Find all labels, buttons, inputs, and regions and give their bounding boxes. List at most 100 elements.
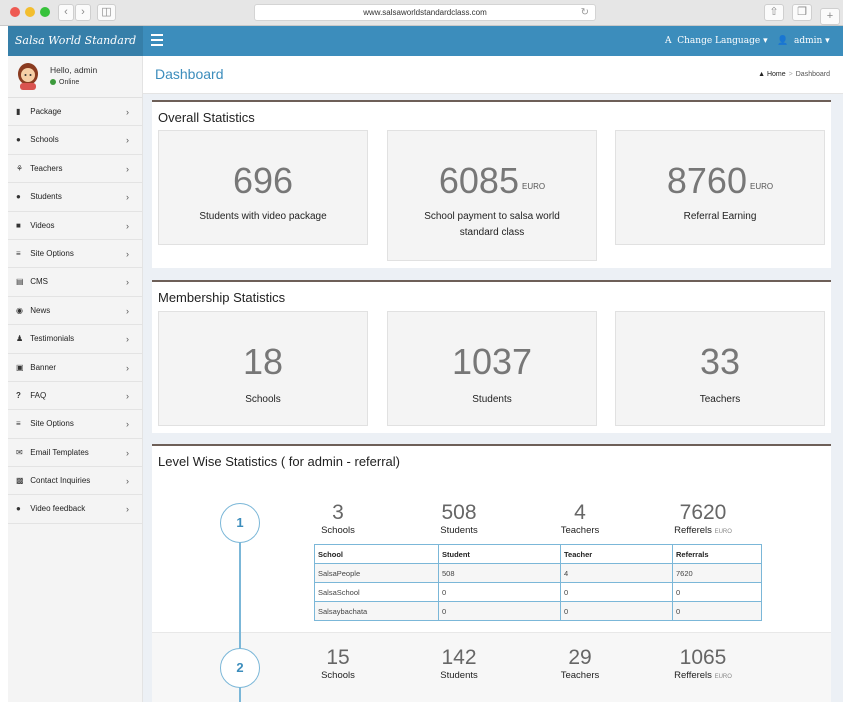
table-cell: 0 xyxy=(438,582,561,602)
table-cell: 0 xyxy=(560,601,673,621)
level-statistics-box: Level Wise Statistics ( for admin - refe… xyxy=(152,444,831,702)
briefcase-icon: ▮ xyxy=(16,107,21,116)
chevron-right-icon: › xyxy=(126,277,129,288)
back-button[interactable]: ‹ xyxy=(58,4,74,21)
table-header: Student xyxy=(438,544,561,564)
stat-value: 1037 xyxy=(451,341,533,382)
sidebar-item-cms[interactable]: ▤ CMS › xyxy=(8,268,142,297)
stat-card-teachers: 33 Teachers xyxy=(615,311,825,426)
minimize-window-button[interactable] xyxy=(25,7,35,17)
share-icon[interactable]: ⇧ xyxy=(764,4,784,21)
level-2-students: 142 Students xyxy=(440,646,478,681)
table-header: Referrals xyxy=(672,544,762,564)
tabs-icon[interactable]: ❐ xyxy=(792,4,812,21)
address-bar[interactable]: www.salsaworldstandardclass.com ↻ xyxy=(254,4,596,21)
level-1-teachers: 4 Teachers xyxy=(560,501,600,536)
stat-label: Students with video package xyxy=(199,211,327,222)
change-language-dropdown[interactable]: A Change Language ▾ xyxy=(665,26,768,56)
sidebar-item-news[interactable]: ◉ News › xyxy=(8,297,142,326)
table-header: Teacher xyxy=(560,544,673,564)
list-icon: ≡ xyxy=(16,419,21,429)
stat-label: Students xyxy=(472,394,512,405)
level-1-badge: 1 xyxy=(220,503,260,543)
sidebar-item-testimonials[interactable]: ♟ Testimonials › xyxy=(8,325,142,354)
comment-icon: ● xyxy=(16,504,21,514)
caret-down-icon: ▾ xyxy=(825,36,830,46)
stat-card-video-students: 696 Students with video package xyxy=(158,130,368,245)
sidebar: Hello, admin Online ▮ Package › ● Schools… xyxy=(8,56,143,702)
sidebar-item-site-options[interactable]: ≡ Site Options › xyxy=(8,240,142,269)
level-1-schools: 3 Schools xyxy=(321,501,355,536)
table-cell: Salsaybachata xyxy=(314,601,439,621)
level-1-referrals: 7620 Refferels EURO xyxy=(674,501,732,536)
avatar xyxy=(18,63,38,90)
stat-value: 696 xyxy=(232,160,294,201)
stat-value: 6085 xyxy=(438,160,519,201)
level-2-referrals: 1065 Refferels EURO xyxy=(674,646,732,681)
globe-icon: ◉ xyxy=(16,305,23,315)
table-cell: 508 xyxy=(438,563,561,583)
caret-down-icon: ▾ xyxy=(763,36,768,46)
table-cell: SalsaPeople xyxy=(314,563,439,583)
table-cell: 0 xyxy=(672,601,762,621)
table-cell: 4 xyxy=(560,563,673,583)
chevron-right-icon: › xyxy=(126,163,129,174)
sidebar-item-email-templates[interactable]: ✉ Email Templates › xyxy=(8,439,142,468)
chevron-right-icon: › xyxy=(126,220,129,231)
content-header: Dashboard ▲ Home > Dashboard xyxy=(143,56,843,94)
close-window-button[interactable] xyxy=(10,7,20,17)
breadcrumb-home[interactable]: ▲ Home xyxy=(758,71,786,78)
url-text: www.salsaworldstandardclass.com xyxy=(363,8,487,17)
stat-card-school-payment: 6085 EURO School payment to salsa world s… xyxy=(387,130,597,261)
level-statistics-title: Level Wise Statistics ( for admin - refe… xyxy=(158,454,401,469)
user-menu-dropdown[interactable]: 👤 admin ▾ xyxy=(777,26,830,56)
sidebar-item-contact-inquiries[interactable]: ▩ Contact Inquiries › xyxy=(8,467,142,496)
chevron-right-icon: › xyxy=(126,390,129,401)
sidebar-item-students[interactable]: ● Students › xyxy=(8,183,142,212)
browser-toolbar: ‹ › ◫ www.salsaworldstandardclass.com ↻ … xyxy=(0,0,843,26)
table-header-row: School Student Teacher Referrals xyxy=(314,544,762,564)
table-row: SalsaSchool 0 0 0 xyxy=(314,582,762,602)
level-2-badge: 2 xyxy=(220,648,260,688)
question-icon: ? xyxy=(16,390,21,400)
level-1-students: 508 Students xyxy=(440,501,478,536)
dot-icon: ● xyxy=(16,135,21,145)
sidebar-item-videos[interactable]: ■ Videos › xyxy=(8,212,142,240)
dashboard-icon: ▲ xyxy=(758,71,766,78)
stat-value: 18 xyxy=(242,341,284,382)
chevron-right-icon: › xyxy=(126,362,129,373)
zoom-window-button[interactable] xyxy=(40,7,50,17)
table-row: SalsaPeople 508 4 7620 xyxy=(314,563,762,583)
membership-statistics-title: Membership Statistics xyxy=(158,290,286,305)
brand-logo[interactable]: Salsa World Standard Class xyxy=(8,26,143,77)
table-cell: 0 xyxy=(560,582,673,602)
sidebar-item-faq[interactable]: ? FAQ › xyxy=(8,382,142,411)
video-camera-icon: ■ xyxy=(16,220,21,230)
sidebar-item-banner[interactable]: ▣ Banner › xyxy=(8,354,142,382)
main-content: Dashboard ▲ Home > Dashboard Overall Stati… xyxy=(143,56,843,702)
sidebar-item-teachers[interactable]: ⚘ Teachers › xyxy=(8,155,142,184)
user-name: admin xyxy=(793,36,823,46)
menu-toggle-icon[interactable] xyxy=(151,34,163,48)
stat-label: School payment to salsa world standard c… xyxy=(424,211,560,238)
sidebar-toggle-icon[interactable]: ◫ xyxy=(97,4,116,21)
sidebar-item-video-feedback[interactable]: ● Video feedback › xyxy=(8,495,142,524)
breadcrumb-current: Dashboard xyxy=(795,71,830,78)
chevron-right-icon: › xyxy=(126,447,129,458)
level-1-table: School Student Teacher Referrals SalsaPe… xyxy=(314,544,762,621)
sidebar-item-site-options-2[interactable]: ≡ Site Options › xyxy=(8,410,142,439)
user-icon: 👤 xyxy=(777,36,789,46)
sidebar-item-package[interactable]: ▮ Package › xyxy=(8,98,142,127)
table-header: School xyxy=(314,544,439,564)
top-navbar: A Change Language ▾ 👤 admin ▾ xyxy=(143,26,843,56)
level-2-schools: 15 Schools xyxy=(321,646,355,681)
sidebar-item-schools[interactable]: ● Schools › xyxy=(8,126,142,155)
greeting: Hello, admin xyxy=(50,65,98,75)
stat-value: 33 xyxy=(699,341,741,382)
chevron-right-icon: › xyxy=(126,107,129,117)
forward-button[interactable]: › xyxy=(75,4,91,21)
new-tab-button[interactable]: + xyxy=(820,8,840,25)
translate-icon: A xyxy=(665,36,672,46)
reload-icon[interactable]: ↻ xyxy=(581,5,589,20)
change-language-label: Change Language xyxy=(677,36,761,46)
